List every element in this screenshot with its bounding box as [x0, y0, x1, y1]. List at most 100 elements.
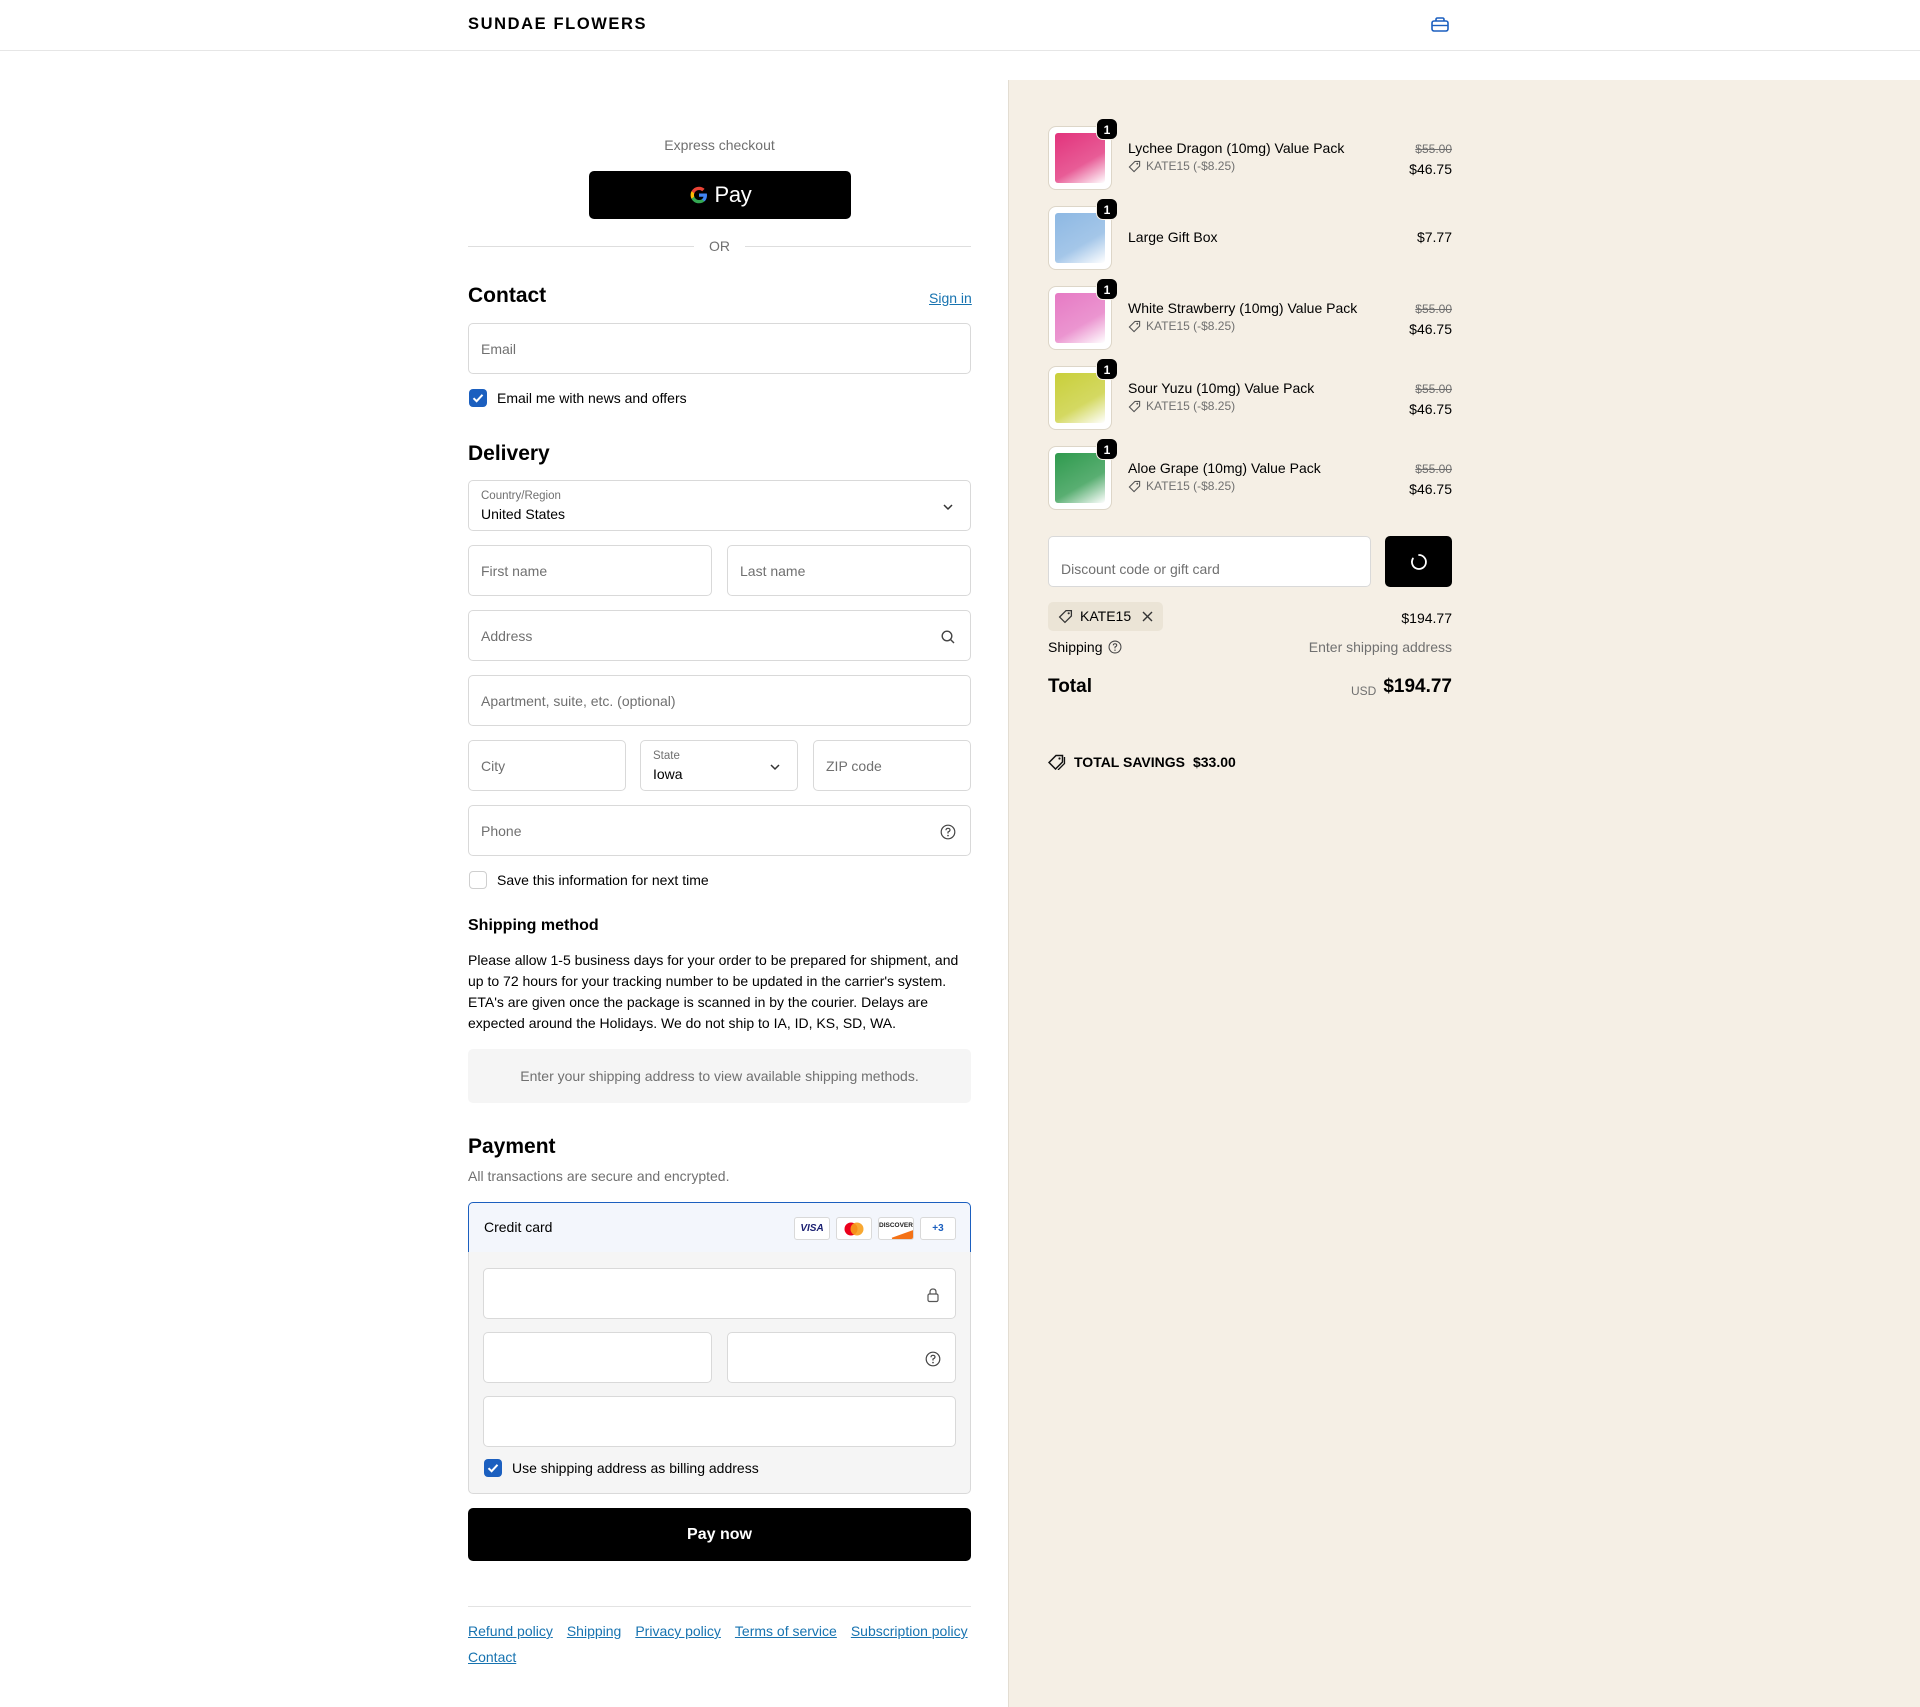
zip-field[interactable]: ZIP code [813, 740, 971, 791]
apartment-field[interactable]: Apartment, suite, etc. (optional) [468, 675, 971, 726]
item-price: $46.75 [1409, 161, 1452, 177]
quantity-badge: 1 [1096, 438, 1118, 460]
pay-now-button[interactable]: Pay now [468, 1508, 971, 1561]
google-g-icon [691, 186, 708, 204]
expiration-date-field[interactable] [483, 1332, 712, 1383]
lock-icon [925, 1287, 941, 1303]
item-price: $46.75 [1409, 481, 1452, 497]
cart-item: 1 Sour Yuzu (10mg) Value Pack KATE15 (-$… [1048, 358, 1452, 430]
billing-same-label: Use shipping address as billing address [512, 1460, 759, 1476]
discount-code-field[interactable]: Discount code or gift card [1048, 536, 1371, 587]
tag-icon [1128, 480, 1141, 492]
quantity-badge: 1 [1096, 118, 1118, 140]
last-name-placeholder: Last name [740, 563, 806, 579]
shipping-method-heading: Shipping method [468, 917, 599, 934]
shipping-methods-notice: Enter your shipping address to view avai… [468, 1049, 971, 1103]
tag-icon [1128, 400, 1141, 412]
state-select[interactable]: State Iowa [640, 740, 798, 791]
total-savings: TOTAL SAVINGS $33.00 [1048, 754, 1236, 770]
tag-icon [1058, 609, 1073, 624]
city-field[interactable]: City [468, 740, 626, 791]
product-swatch-4 [1055, 453, 1105, 503]
country-label: Country/Region [481, 490, 561, 502]
product-name: Large Gift Box [1128, 229, 1218, 245]
zip-placeholder: ZIP code [826, 758, 882, 774]
help-circle-icon[interactable] [940, 824, 956, 840]
shipping-policy-link[interactable]: Shipping [567, 1622, 622, 1640]
item-discount: KATE15 (-$8.25) [1128, 159, 1235, 173]
shipping-description: Please allow 1-5 business days for your … [468, 952, 959, 1031]
save-info-label: Save this information for next time [497, 872, 709, 888]
quantity-badge: 1 [1096, 358, 1118, 380]
news-checkbox[interactable] [469, 389, 487, 407]
cart-item: 1 Large Gift Box $7.77 [1048, 198, 1452, 270]
help-circle-icon[interactable] [925, 1351, 941, 1367]
product-name: Aloe Grape (10mg) Value Pack [1128, 460, 1321, 476]
visa-icon: VISA [794, 1217, 830, 1240]
first-name-placeholder: First name [481, 563, 548, 579]
product-swatch-0 [1055, 133, 1105, 183]
cart-item: 1 White Strawberry (10mg) Value Pack KAT… [1048, 278, 1452, 350]
security-code-field[interactable] [727, 1332, 956, 1383]
store-logo[interactable]: SUNDAE FLOWERS [468, 15, 647, 34]
country-select[interactable]: Country/Region United States [468, 480, 971, 531]
subtotal-value: $194.77 [1401, 610, 1452, 626]
original-price: $55.00 [1415, 462, 1452, 476]
google-pay-label: Pay [714, 182, 752, 207]
state-label: State [653, 750, 680, 762]
billing-same-checkbox[interactable] [484, 1459, 502, 1477]
address-field[interactable]: Address [468, 610, 971, 661]
savings-label: TOTAL SAVINGS [1074, 754, 1185, 770]
card-number-field[interactable] [483, 1268, 956, 1319]
product-swatch-3 [1055, 373, 1105, 423]
contact-link[interactable]: Contact [468, 1648, 516, 1666]
chevron-down-icon [767, 759, 783, 775]
apply-discount-button[interactable] [1385, 536, 1452, 587]
tag-icon [1128, 160, 1141, 172]
help-circle-icon[interactable] [1108, 640, 1122, 654]
country-value: United States [481, 506, 566, 522]
tag-icon [1048, 754, 1066, 770]
delivery-heading: Delivery [468, 442, 550, 465]
product-swatch-1 [1055, 213, 1105, 263]
cart-item: 1 Lychee Dragon (10mg) Value Pack KATE15… [1048, 118, 1452, 190]
email-field[interactable]: Email [468, 323, 971, 374]
sign-in-link[interactable]: Sign in [929, 290, 972, 306]
close-icon[interactable] [1141, 610, 1154, 628]
express-checkout-label: Express checkout [664, 137, 775, 153]
tag-icon [1128, 320, 1141, 332]
google-pay-button[interactable]: Pay [589, 171, 851, 219]
payment-heading: Payment [468, 1135, 556, 1158]
contact-heading: Contact [468, 284, 547, 307]
savings-value: $33.00 [1192, 754, 1236, 770]
or-divider: OR [468, 238, 971, 254]
bag-icon[interactable] [1430, 17, 1450, 33]
subscription-policy-link[interactable]: Subscription policy [851, 1622, 968, 1640]
cart-item: 1 Aloe Grape (10mg) Value Pack KATE15 (-… [1048, 438, 1452, 510]
phone-field[interactable]: Phone [468, 805, 971, 856]
last-name-field[interactable]: Last name [727, 545, 971, 596]
phone-placeholder: Phone [481, 823, 522, 839]
news-label: Email me with news and offers [497, 390, 687, 406]
credit-card-option[interactable]: Credit card VISA DISCOVER +3 [468, 1202, 971, 1253]
privacy-policy-link[interactable]: Privacy policy [635, 1622, 721, 1640]
first-name-field[interactable]: First name [468, 545, 712, 596]
discount-placeholder: Discount code or gift card [1061, 561, 1220, 577]
terms-of-service-link[interactable]: Terms of service [735, 1622, 837, 1640]
total-currency: USD [1351, 684, 1377, 698]
email-placeholder: Email [481, 341, 517, 357]
item-price: $46.75 [1409, 401, 1452, 417]
name-on-card-field[interactable] [483, 1396, 956, 1447]
item-discount: KATE15 (-$8.25) [1128, 399, 1235, 413]
applied-discount-chip: KATE15 [1048, 602, 1163, 631]
mastercard-icon [836, 1217, 872, 1240]
footer-links: Refund policy Shipping Privacy policy Te… [468, 1622, 973, 1666]
item-price: $46.75 [1409, 321, 1452, 337]
shipping-row-value: Enter shipping address [1308, 639, 1452, 655]
quantity-badge: 1 [1096, 278, 1118, 300]
save-info-checkbox[interactable] [469, 871, 487, 889]
city-placeholder: City [481, 758, 506, 774]
refund-policy-link[interactable]: Refund policy [468, 1622, 553, 1640]
search-icon [940, 629, 956, 645]
total-label: Total [1048, 676, 1092, 697]
